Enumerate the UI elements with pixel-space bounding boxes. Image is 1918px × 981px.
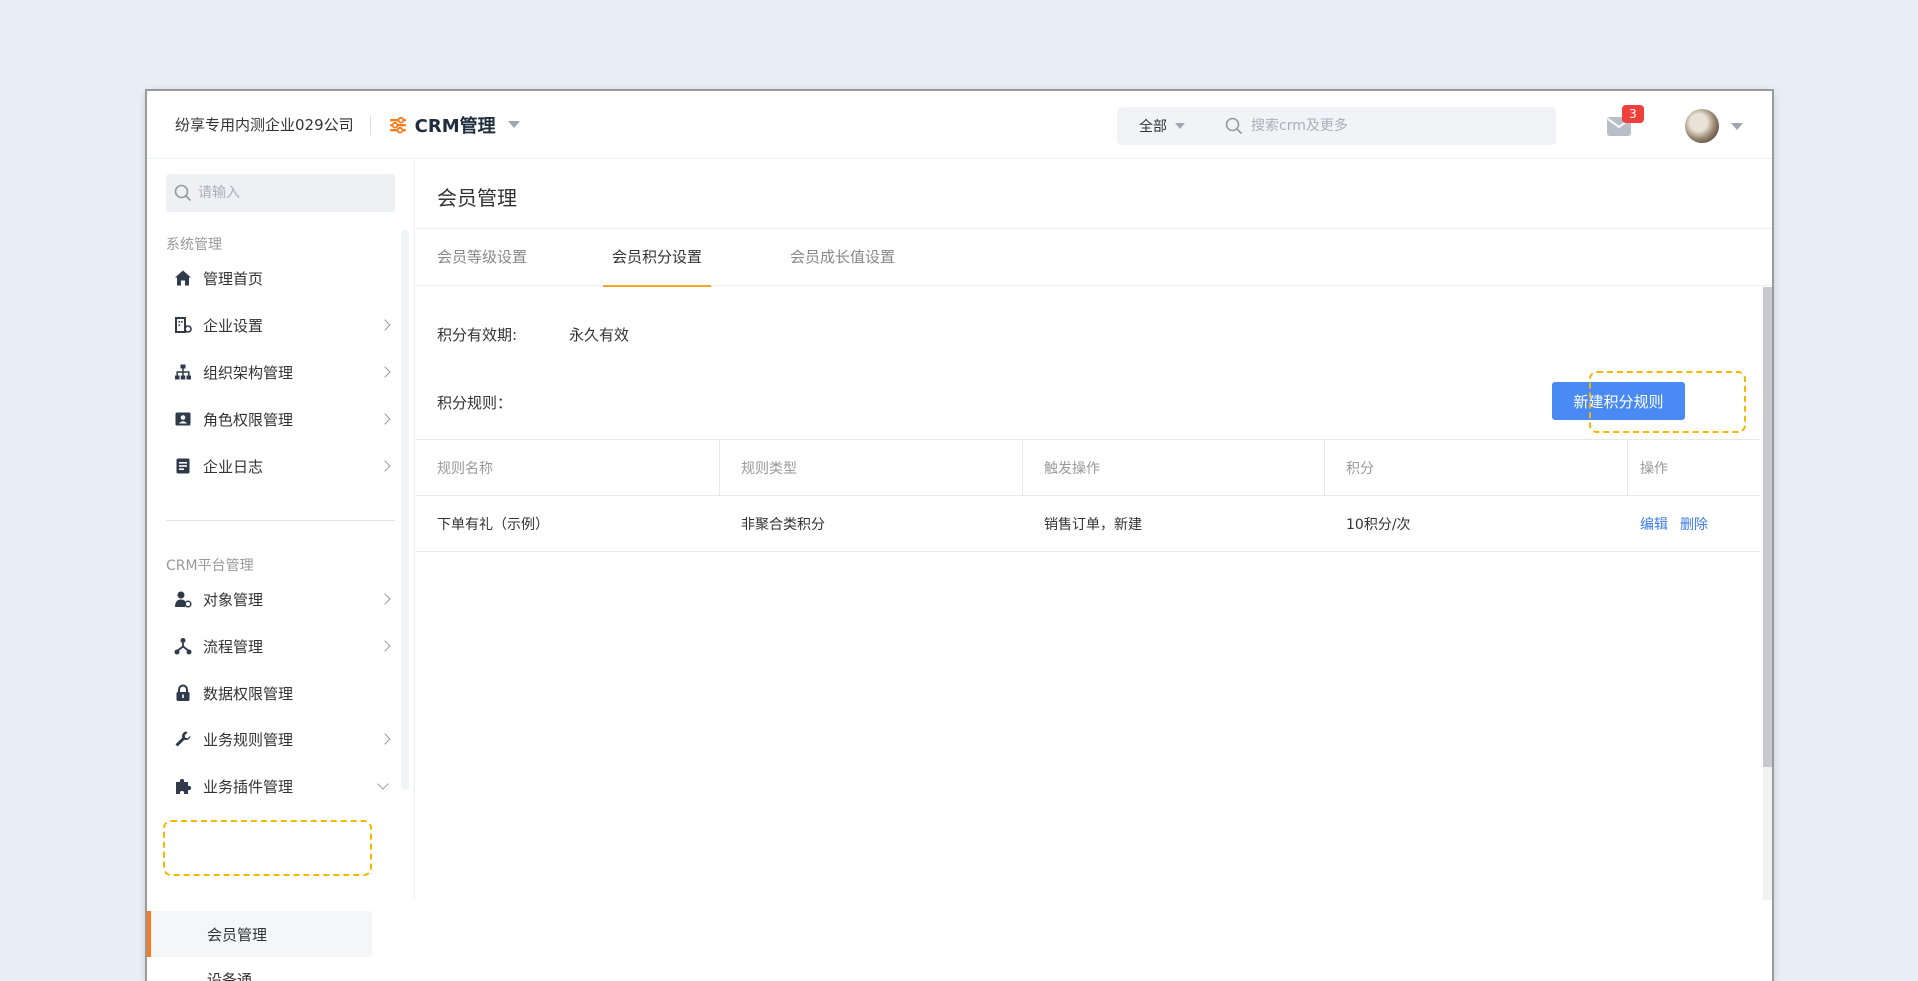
sidebar-search	[166, 174, 395, 212]
column-header-trigger: 触发操作	[1023, 440, 1325, 495]
app-title[interactable]: CRM管理	[415, 112, 496, 138]
validity-value: 永久有效	[569, 326, 630, 344]
tab-member-level[interactable]: 会员等级设置	[437, 229, 527, 286]
sidebar-item-label: 流程管理	[203, 637, 264, 656]
column-header-points: 积分	[1325, 440, 1628, 495]
sidebar-item-label: 组织架构管理	[203, 363, 294, 382]
new-points-rule-button[interactable]: 新建积分规则	[1552, 382, 1685, 420]
wrench-icon	[173, 729, 193, 749]
company-name[interactable]: 纷享专用内测企业029公司	[175, 114, 354, 135]
cell-points: 10积分/次	[1346, 516, 1411, 533]
sidebar-item-company-settings[interactable]: 企业设置	[147, 305, 397, 345]
column-header-rule-name: 规则名称	[416, 440, 720, 495]
sidebar-subitem-label: 会员管理	[207, 925, 268, 944]
top-bar: 纷享专用内测企业029公司 CRM管理 全部 搜索crm及更多 3	[147, 91, 1772, 159]
cell-actions: 编辑 删除	[1628, 496, 1760, 551]
avatar[interactable]	[1685, 109, 1719, 143]
cell-trigger: 销售订单，新建	[1044, 516, 1142, 533]
sidebar-subitem-member-management-row[interactable]: 会员管理	[147, 911, 372, 957]
crm-switch-icon	[387, 114, 409, 136]
search-icon	[1225, 117, 1243, 135]
table-header-row: 规则名称 规则类型 触发操作 积分 操作	[416, 440, 1760, 496]
sidebar-item-label: 数据权限管理	[203, 684, 294, 703]
home-icon	[173, 268, 193, 288]
org-chart-icon	[173, 362, 193, 382]
sidebar-item-role-permissions[interactable]: 角色权限管理	[147, 399, 397, 439]
search-scope-label: 全部	[1139, 119, 1167, 135]
group-title-system: 系统管理	[166, 237, 222, 253]
user-gear-icon	[173, 589, 193, 609]
main-content: 会员管理 会员等级设置 会员积分设置 会员成长值设置 积分有效期: 永久有效 积…	[416, 160, 1772, 900]
sidebar-search-input[interactable]	[198, 185, 378, 201]
sidebar-item-label: 企业日志	[203, 457, 264, 476]
scope-caret-icon	[1175, 123, 1185, 129]
tab-bar: 会员等级设置 会员积分设置 会员成长值设置	[416, 229, 1772, 287]
edit-link[interactable]: 编辑	[1640, 514, 1668, 534]
rules-label: 积分规则：	[437, 394, 513, 412]
page-title: 会员管理	[437, 186, 517, 210]
tab-member-points[interactable]: 会员积分设置	[602, 229, 712, 287]
chevron-down-icon	[377, 778, 389, 790]
sidebar: 系统管理 管理首页 企业设置 组织架构管理 角色权限管理	[147, 160, 415, 981]
sidebar-item-object-management[interactable]: 对象管理	[147, 579, 397, 619]
sidebar-item-label: 企业设置	[203, 316, 264, 335]
column-header-actions: 操作	[1640, 460, 1668, 477]
header-divider	[369, 114, 371, 135]
sidebar-item-business-rules[interactable]: 业务规则管理	[147, 719, 397, 759]
column-header-rule-type: 规则类型	[720, 440, 1023, 495]
sidebar-item-org-structure[interactable]: 组织架构管理	[147, 352, 397, 392]
sidebar-item-company-log[interactable]: 企业日志	[147, 446, 397, 486]
lock-icon	[173, 683, 193, 703]
table-row: 下单有礼（示例） 非聚合类积分 销售订单，新建 10积分/次 编辑 删除	[416, 496, 1760, 552]
chevron-right-icon	[379, 593, 391, 605]
puzzle-icon	[173, 776, 193, 796]
sidebar-item-label: 管理首页	[203, 269, 264, 288]
search-icon	[174, 184, 192, 202]
building-gear-icon	[173, 315, 193, 335]
search-scope-select[interactable]: 全部	[1139, 116, 1185, 136]
sidebar-item-data-permissions[interactable]: 数据权限管理	[147, 673, 397, 713]
main-scrollbar-thumb[interactable]	[1763, 287, 1772, 767]
sidebar-item-process-management[interactable]: 流程管理	[147, 626, 397, 666]
log-document-icon	[173, 456, 193, 476]
sidebar-scrollbar[interactable]	[401, 230, 409, 790]
flow-icon	[173, 636, 193, 656]
chevron-right-icon	[379, 319, 391, 331]
app-window: 纷享专用内测企业029公司 CRM管理 全部 搜索crm及更多 3 请输入 系统…	[147, 91, 1772, 981]
sidebar-subitem-device[interactable]: 设备通	[147, 956, 372, 981]
sidebar-item-label: 业务插件管理	[203, 777, 294, 796]
global-search: 全部	[1117, 107, 1556, 145]
user-menu-caret-icon[interactable]	[1731, 123, 1743, 130]
sidebar-divider	[166, 520, 395, 521]
id-card-icon	[173, 409, 193, 429]
cell-rule-type: 非聚合类积分	[741, 516, 825, 533]
app-switch-caret-icon[interactable]	[507, 121, 520, 128]
chevron-right-icon	[379, 413, 391, 425]
search-input[interactable]	[1251, 118, 1551, 134]
points-rules-table: 规则名称 规则类型 触发操作 积分 操作 下单有礼（示例） 非聚合类积分 销售订…	[416, 439, 1760, 552]
sidebar-item-label: 业务规则管理	[203, 730, 294, 749]
sidebar-item-label: 角色权限管理	[203, 410, 294, 429]
chevron-right-icon	[379, 640, 391, 652]
sidebar-item-label: 对象管理	[203, 590, 264, 609]
chevron-right-icon	[379, 366, 391, 378]
chevron-right-icon	[379, 733, 391, 745]
sidebar-item-home[interactable]: 管理首页	[147, 258, 397, 298]
chevron-right-icon	[379, 460, 391, 472]
tab-member-growth[interactable]: 会员成长值设置	[790, 229, 895, 286]
validity-label: 积分有效期:	[437, 326, 518, 344]
sidebar-subitem-label: 设备通	[207, 970, 253, 981]
group-title-crm: CRM平台管理	[166, 558, 254, 574]
sidebar-item-business-plugins[interactable]: 业务插件管理	[147, 766, 397, 806]
delete-link[interactable]: 删除	[1680, 514, 1708, 534]
cell-rule-name: 下单有礼（示例）	[437, 516, 549, 533]
notification-badge: 3	[1622, 105, 1644, 123]
